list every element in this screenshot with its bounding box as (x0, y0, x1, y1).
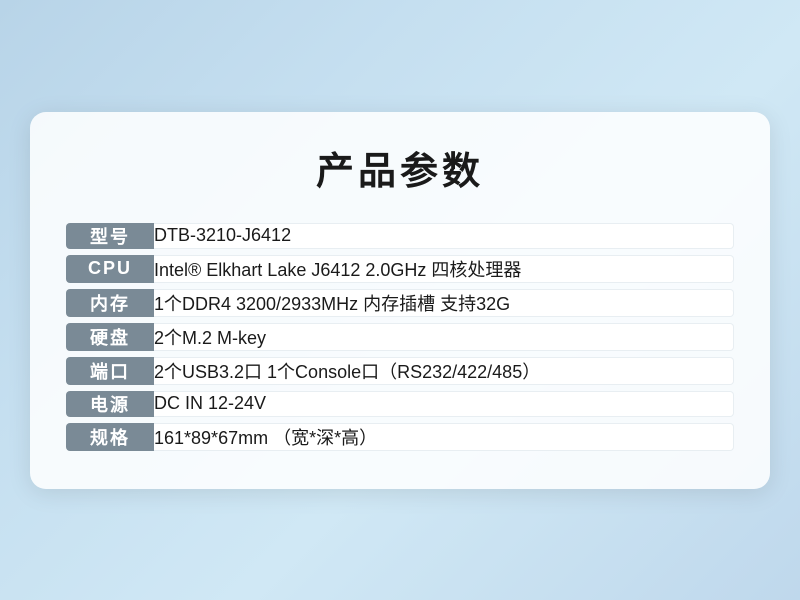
product-spec-card: 产品参数 型号DTB-3210-J6412CPUIntel® Elkhart L… (30, 112, 770, 489)
table-row: CPUIntel® Elkhart Lake J6412 2.0GHz 四核处理… (66, 255, 734, 283)
table-row: 电源DC IN 12-24V (66, 391, 734, 417)
page-title: 产品参数 (66, 140, 734, 195)
spec-label-4: 端口 (66, 357, 154, 385)
spec-label-2: 内存 (66, 289, 154, 317)
spec-value-1: Intel® Elkhart Lake J6412 2.0GHz 四核处理器 (154, 255, 734, 283)
spec-label-5: 电源 (66, 391, 154, 417)
table-row: 端口2个USB3.2口 1个Console口（RS232/422/485） (66, 357, 734, 385)
table-row: 硬盘2个M.2 M-key (66, 323, 734, 351)
spec-value-6: 161*89*67mm （宽*深*高） (154, 423, 734, 451)
spec-label-3: 硬盘 (66, 323, 154, 351)
spec-label-1: CPU (66, 255, 154, 283)
spec-value-2: 1个DDR4 3200/2933MHz 内存插槽 支持32G (154, 289, 734, 317)
spec-label-6: 规格 (66, 423, 154, 451)
spec-value-3: 2个M.2 M-key (154, 323, 734, 351)
table-row: 型号DTB-3210-J6412 (66, 223, 734, 249)
spec-value-5: DC IN 12-24V (154, 391, 734, 417)
spec-table: 型号DTB-3210-J6412CPUIntel® Elkhart Lake J… (66, 217, 734, 457)
table-row: 规格161*89*67mm （宽*深*高） (66, 423, 734, 451)
spec-value-0: DTB-3210-J6412 (154, 223, 734, 249)
table-row: 内存1个DDR4 3200/2933MHz 内存插槽 支持32G (66, 289, 734, 317)
spec-value-4: 2个USB3.2口 1个Console口（RS232/422/485） (154, 357, 734, 385)
spec-label-0: 型号 (66, 223, 154, 249)
